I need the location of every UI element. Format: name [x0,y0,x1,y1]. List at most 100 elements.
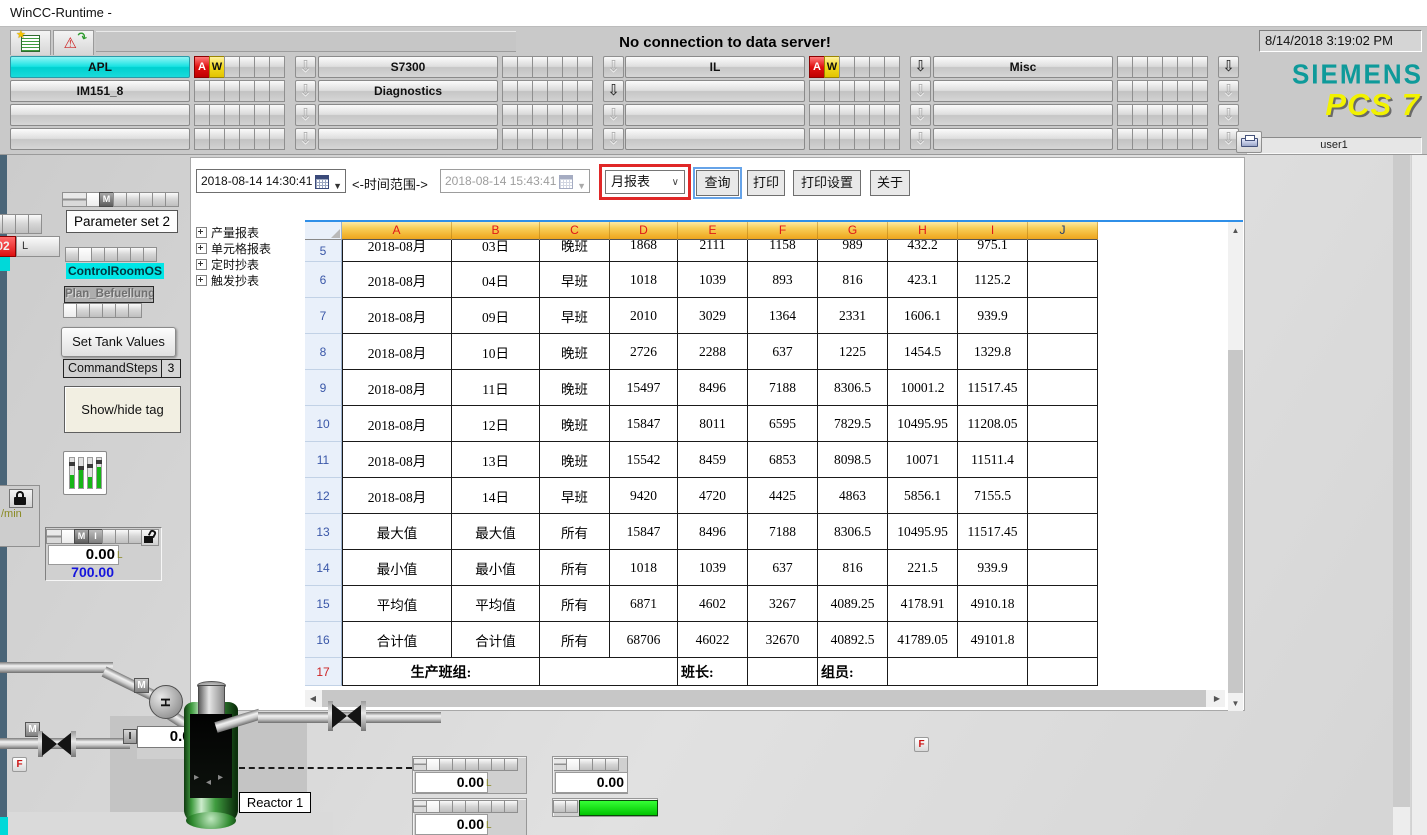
table-cell[interactable]: 4863 [818,478,888,514]
horizontal-scroll-thumb[interactable] [322,690,1206,707]
page-down-arrow-button[interactable]: ⇩ [910,80,931,102]
table-cell[interactable]: 32670 [748,622,818,658]
row-number[interactable]: 16 [305,622,342,658]
table-cell[interactable]: 8459 [678,442,748,478]
overview-button-empty[interactable] [625,128,805,150]
table-cell[interactable]: 晚班 [540,370,610,406]
table-cell[interactable]: 7188 [748,514,818,550]
table-cell[interactable]: 4720 [678,478,748,514]
print-screen-button[interactable] [1236,131,1262,153]
query-button[interactable]: 查询 [696,170,739,196]
tank-level-value[interactable]: 0.00 [48,545,119,565]
table-cell[interactable] [1028,370,1098,406]
meter-value[interactable]: 0.00 [555,772,628,793]
volume-meter-faceplate[interactable]: 0.00 L [412,756,527,794]
table-cell[interactable]: 1125.2 [958,262,1028,298]
table-cell[interactable]: 平均值 [342,586,452,622]
print-button[interactable]: 打印 [747,170,785,196]
table-cell[interactable]: 7155.5 [958,478,1028,514]
table-cell[interactable]: 1606.1 [888,298,958,334]
table-cell[interactable]: 最大值 [452,514,540,550]
table-cell[interactable] [1028,298,1098,334]
overview-button-misc[interactable]: Misc [933,56,1113,78]
table-cell[interactable]: 939.9 [958,298,1028,334]
page-down-arrow-button[interactable]: ⇩ [295,80,316,102]
table-cell[interactable]: 8496 [678,514,748,550]
page-down-arrow-button[interactable]: ⇩ [910,104,931,126]
table-vertical-scrollbar[interactable]: ▲ ▼ [1228,222,1243,711]
tree-item-2[interactable]: 单元格报表 [196,240,271,256]
table-cell[interactable]: 早班 [540,478,610,514]
table-cell[interactable]: 41789.05 [888,622,958,658]
table-cell[interactable]: 7188 [748,370,818,406]
table-cell[interactable]: 10071 [888,442,958,478]
table-cell[interactable]: 816 [818,262,888,298]
table-cell[interactable]: 3267 [748,586,818,622]
overview-button-empty[interactable] [933,128,1113,150]
table-cell[interactable]: 11517.45 [958,514,1028,550]
table-cell[interactable]: 4602 [678,586,748,622]
overview-button-diagnostics[interactable]: Diagnostics [318,80,498,102]
table-cell[interactable]: 2018-08月 [342,478,452,514]
tank-level-faceplate[interactable]: M I 0.00 L 700.00 [45,527,162,581]
table-cell[interactable]: 2018-08月 [342,240,452,262]
page-down-arrow-button[interactable]: ⇩ [1218,80,1239,102]
table-cell[interactable]: 2018-08月 [342,370,452,406]
status-bar-faceplate[interactable] [552,798,658,817]
table-cell[interactable]: 平均值 [452,586,540,622]
table-cell[interactable]: 15497 [610,370,678,406]
row-number[interactable]: 9 [305,370,342,406]
table-horizontal-scrollbar[interactable]: ◀ ▶ [305,690,1225,707]
tree-expand-icon[interactable] [196,259,207,270]
table-cell[interactable]: 816 [818,550,888,586]
tree-expand-icon[interactable] [196,243,207,254]
calendar-icon[interactable] [315,175,329,189]
table-cell[interactable] [1028,514,1098,550]
table-corner-cell[interactable] [305,222,342,240]
tank-setpoint-value[interactable]: 700.00 [48,564,114,580]
table-cell[interactable]: 3029 [678,298,748,334]
table-cell[interactable] [1028,622,1098,658]
table-cell[interactable]: 6595 [748,406,818,442]
table-cell[interactable]: 最小值 [342,550,452,586]
controlroom-faceplate-header[interactable] [66,247,157,262]
table-cell[interactable]: 早班 [540,298,610,334]
inlet-valve[interactable] [38,731,76,757]
volume-value[interactable]: 0.00 [415,814,488,835]
row-number[interactable]: 5 [305,240,342,262]
footer-label[interactable]: 班长: [678,658,748,686]
plan-befuellung-button[interactable]: Plan_Befuellung [64,286,154,303]
table-cell[interactable]: 975.1 [958,240,1028,262]
table-cell[interactable]: 221.5 [888,550,958,586]
column-header-d[interactable]: D [610,222,678,240]
vertical-scroll-thumb[interactable] [1393,155,1410,807]
table-cell[interactable]: 15847 [610,514,678,550]
table-cell[interactable]: 12日 [452,406,540,442]
footer-label[interactable]: 组员: [818,658,888,686]
table-cell[interactable]: 40892.5 [818,622,888,658]
table-cell[interactable]: 11208.05 [958,406,1028,442]
table-cell[interactable]: 9420 [610,478,678,514]
table-cell[interactable]: 1225 [818,334,888,370]
column-header-e[interactable]: E [678,222,748,240]
table-cell[interactable] [1028,478,1098,514]
table-cell[interactable]: 2018-08月 [342,262,452,298]
table-cell[interactable]: 03日 [452,240,540,262]
overview-button-empty[interactable] [318,104,498,126]
tree-item-1[interactable]: 产量报表 [196,224,259,240]
table-cell[interactable]: 晚班 [540,334,610,370]
column-header-i[interactable]: I [958,222,1028,240]
parameter-faceplate-header[interactable]: M [63,192,179,207]
volume-value[interactable]: 0.00 [415,772,488,793]
table-cell[interactable]: 8098.5 [818,442,888,478]
page-down-arrow-button[interactable]: ⇩ [603,104,624,126]
table-cell[interactable]: 989 [818,240,888,262]
table-cell[interactable]: 11511.4 [958,442,1028,478]
alarm-badge-w[interactable]: W [824,56,840,78]
picture-vertical-scrollbar[interactable] [1393,155,1410,835]
table-cell[interactable]: 2111 [678,240,748,262]
table-cell[interactable] [1028,406,1098,442]
table-cell[interactable] [1028,262,1098,298]
set-tank-values-button[interactable]: Set Tank Values [61,327,176,357]
row-number[interactable]: 11 [305,442,342,478]
